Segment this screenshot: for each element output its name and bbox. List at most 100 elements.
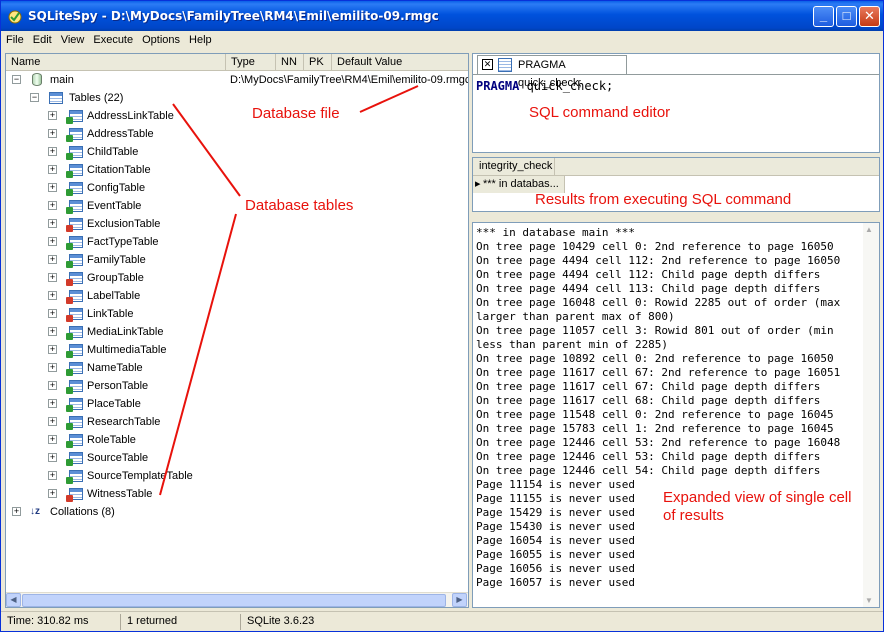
table-row[interactable]: + PersonTable	[6, 377, 468, 395]
vertical-scrollbar[interactable]: ▲ ▼	[863, 223, 879, 607]
result-cell-text: *** in databas...	[483, 178, 559, 190]
expand-icon[interactable]: +	[48, 435, 57, 444]
close-button[interactable]: ✕	[859, 6, 880, 27]
tree-row-collations[interactable]: + ↓z Collations (8)	[6, 503, 468, 521]
menu-edit[interactable]: Edit	[28, 31, 56, 46]
expand-icon[interactable]: +	[48, 165, 57, 174]
sql-text: quick_check;	[519, 79, 614, 93]
expand-icon[interactable]: +	[48, 309, 57, 318]
table-name: ExclusionTable	[87, 218, 161, 230]
column-name[interactable]: Name	[6, 54, 226, 71]
add-badge-icon	[66, 459, 73, 466]
table-name: SourceTemplateTable	[87, 470, 193, 482]
title-bar[interactable]: SQLiteSpy - D:\MyDocs\FamilyTree\RM4\Emi…	[1, 1, 883, 31]
table-row[interactable]: + LabelTable	[6, 287, 468, 305]
add-badge-icon	[66, 405, 73, 412]
scroll-right-arrow-icon[interactable]: ▶	[452, 593, 467, 607]
expand-icon[interactable]: +	[48, 201, 57, 210]
expand-icon[interactable]: +	[48, 417, 57, 426]
detail-line: On tree page 12446 cell 53: 2nd referenc…	[476, 436, 841, 449]
table-row[interactable]: + FamilyTable	[6, 251, 468, 269]
detail-line: Page 16057 is never used	[476, 576, 635, 589]
maximize-button[interactable]: □	[836, 6, 857, 27]
menu-file[interactable]: File	[1, 31, 28, 46]
column-nn[interactable]: NN	[276, 54, 304, 71]
expand-icon[interactable]: +	[48, 381, 57, 390]
cell-detail-text[interactable]: *** in database main *** On tree page 104…	[476, 226, 862, 590]
collations-label: Collations (8)	[50, 506, 115, 518]
editor-tab[interactable]: ✕ PRAGMA quick_check;	[477, 55, 627, 89]
table-row[interactable]: + NameTable	[6, 359, 468, 377]
scroll-left-arrow-icon[interactable]: ◀	[6, 593, 21, 607]
status-bar: Time: 310.82 ms 1 returned SQLite 3.6.23	[1, 611, 883, 631]
table-row[interactable]: + LinkTable	[6, 305, 468, 323]
menu-execute[interactable]: Execute	[88, 31, 137, 46]
result-column-header[interactable]: integrity_check	[473, 158, 555, 176]
horizontal-scrollbar[interactable]: ◀ ▶	[6, 592, 468, 607]
expand-icon[interactable]: +	[48, 399, 57, 408]
table-row[interactable]: + WitnessTable	[6, 485, 468, 503]
expand-icon[interactable]: +	[12, 507, 21, 516]
table-name: SourceTable	[87, 452, 149, 464]
column-type[interactable]: Type	[226, 54, 276, 71]
menu-view[interactable]: View	[56, 31, 89, 46]
table-row[interactable]: + EventTable	[6, 197, 468, 215]
table-row[interactable]: + ConfigTable	[6, 179, 468, 197]
table-name: NameTable	[87, 362, 143, 374]
scroll-thumb[interactable]	[22, 594, 446, 607]
expand-icon[interactable]: +	[48, 273, 57, 282]
expand-icon[interactable]: +	[48, 237, 57, 246]
table-name: CitationTable	[87, 164, 151, 176]
table-row[interactable]: + CitationTable	[6, 161, 468, 179]
menu-help[interactable]: Help	[184, 31, 216, 46]
delete-badge-icon	[66, 495, 73, 502]
expand-icon[interactable]: +	[48, 345, 57, 354]
expand-icon[interactable]: +	[48, 291, 57, 300]
expand-icon[interactable]: +	[48, 489, 57, 498]
menu-options[interactable]: Options	[137, 31, 184, 46]
expand-icon[interactable]: +	[48, 327, 57, 336]
column-pk[interactable]: PK	[304, 54, 332, 71]
collapse-icon[interactable]: −	[30, 93, 39, 102]
expand-icon[interactable]: +	[48, 219, 57, 228]
table-icon	[66, 326, 83, 340]
add-badge-icon	[66, 207, 73, 214]
close-tab-icon[interactable]: ✕	[482, 59, 493, 70]
tree-row-main[interactable]: − main D:\MyDocs\FamilyTree\RM4\Emil\emi…	[6, 71, 468, 89]
expand-icon[interactable]: +	[48, 471, 57, 480]
menu-bar: File Edit View Execute Options Help	[1, 31, 883, 51]
table-name: ConfigTable	[87, 182, 146, 194]
table-row[interactable]: + MediaLinkTable	[6, 323, 468, 341]
scroll-down-arrow-icon[interactable]: ▼	[865, 596, 873, 605]
table-row[interactable]: + ExclusionTable	[6, 215, 468, 233]
table-row[interactable]: + PlaceTable	[6, 395, 468, 413]
expand-icon[interactable]: +	[48, 129, 57, 138]
column-default-value[interactable]: Default Value	[332, 54, 468, 71]
collapse-icon[interactable]: −	[12, 75, 21, 84]
table-name: ResearchTable	[87, 416, 161, 428]
tree-row-tables[interactable]: − Tables (22)	[6, 89, 468, 107]
table-row[interactable]: + RoleTable	[6, 431, 468, 449]
annotation-expanded-line1: Expanded view of single cell	[663, 489, 852, 506]
expand-icon[interactable]: +	[48, 147, 57, 156]
tables-folder-icon	[49, 92, 63, 104]
table-row[interactable]: + AddressTable	[6, 125, 468, 143]
scroll-up-arrow-icon[interactable]: ▲	[865, 225, 873, 234]
expand-icon[interactable]: +	[48, 363, 57, 372]
table-row[interactable]: + FactTypeTable	[6, 233, 468, 251]
detail-line: On tree page 11548 cell 0: 2nd reference…	[476, 408, 834, 421]
add-badge-icon	[66, 117, 73, 124]
expand-icon[interactable]: +	[48, 255, 57, 264]
table-row[interactable]: + ResearchTable	[6, 413, 468, 431]
expand-icon[interactable]: +	[48, 111, 57, 120]
table-icon	[66, 452, 83, 466]
table-row[interactable]: + ChildTable	[6, 143, 468, 161]
table-row[interactable]: + MultimediaTable	[6, 341, 468, 359]
table-row[interactable]: + SourceTable	[6, 449, 468, 467]
expand-icon[interactable]: +	[48, 183, 57, 192]
table-row[interactable]: + GroupTable	[6, 269, 468, 287]
expand-icon[interactable]: +	[48, 453, 57, 462]
table-row[interactable]: + SourceTemplateTable	[6, 467, 468, 485]
table-row[interactable]: + AddressLinkTable	[6, 107, 468, 125]
minimize-button[interactable]: _	[813, 6, 834, 27]
